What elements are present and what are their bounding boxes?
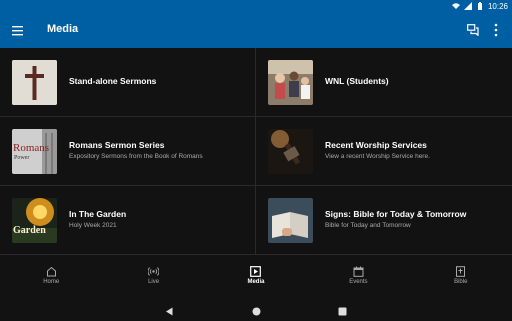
media-item-title: Signs: Bible for Today & Tomorrow — [325, 209, 467, 219]
media-item-subtitle: Holy Week 2021 — [69, 222, 117, 229]
cross-thumbnail — [12, 60, 57, 105]
signal-icon — [463, 2, 472, 10]
bible-thumbnail — [268, 198, 313, 243]
menu-icon[interactable] — [12, 24, 26, 36]
nav-item-events[interactable]: Events — [307, 255, 409, 295]
romans-thumbnail: Romans Power — [12, 129, 57, 174]
nav-label: Media — [247, 278, 265, 285]
media-item-subtitle: View a recent Worship Service here. — [325, 153, 430, 160]
home-icon — [46, 266, 57, 277]
status-time: 10:26 — [487, 1, 508, 11]
more-options-icon[interactable] — [494, 23, 498, 37]
nav-item-bible[interactable]: Bible — [410, 255, 512, 295]
media-item-title: WNL (Students) — [325, 76, 389, 86]
wifi-icon — [451, 2, 460, 10]
media-item-title: Romans Sermon Series — [69, 140, 165, 150]
status-bar: 10:26 — [0, 0, 512, 12]
app-bar: Media — [0, 12, 512, 48]
garden-thumbnail: Garden — [12, 198, 57, 243]
nav-item-media[interactable]: Media — [205, 255, 307, 295]
media-icon — [250, 265, 262, 277]
nav-label: Home — [43, 278, 60, 285]
media-item-title: Stand-alone Sermons — [69, 76, 157, 86]
romans-thumbnail-text: Romans — [13, 142, 50, 154]
media-item-title: Recent Worship Services — [325, 140, 427, 150]
media-item-subtitle: Expository Sermons from the Book of Roma… — [69, 153, 203, 160]
bottom-navigation: Home Live Media Events Bible — [0, 255, 512, 295]
nav-label: Events — [349, 278, 368, 285]
media-item-recent-worship-services[interactable]: Recent Worship Services View a recent Wo… — [256, 117, 512, 186]
romans-thumbnail-subtext: Power — [14, 155, 30, 161]
home-button-icon[interactable] — [252, 303, 261, 316]
nav-item-live[interactable]: Live — [102, 255, 204, 295]
live-icon — [147, 266, 160, 277]
system-navigation-bar — [0, 295, 512, 320]
media-item-signs-bible[interactable]: Signs: Bible for Today & Tomorrow Bible … — [256, 186, 512, 255]
nav-label: Live — [148, 278, 160, 285]
media-item-in-the-garden[interactable]: Garden In The Garden Holy Week 2021 — [0, 186, 256, 255]
nav-label: Bible — [454, 278, 468, 285]
garden-thumbnail-text: Garden — [13, 225, 46, 236]
students-thumbnail — [268, 60, 313, 105]
worship-thumbnail — [268, 129, 313, 174]
events-icon — [353, 266, 364, 277]
media-item-romans-sermon-series[interactable]: Romans Power Romans Sermon Series Exposi… — [0, 117, 256, 186]
recents-icon[interactable] — [338, 303, 347, 316]
nav-item-home[interactable]: Home — [0, 255, 102, 295]
chat-icon[interactable] — [467, 23, 479, 37]
battery-icon — [476, 2, 484, 10]
media-item-title: In The Garden — [69, 209, 127, 219]
media-item-subtitle: Bible for Today and Tomorrow — [325, 222, 411, 229]
bible-icon — [455, 265, 466, 277]
media-item-stand-alone-sermons[interactable]: Stand-alone Sermons — [0, 48, 256, 117]
media-grid: Stand-alone Sermons WNL (Students) Roman… — [0, 48, 512, 255]
page-title: Media — [47, 23, 79, 35]
media-item-wnl-students[interactable]: WNL (Students) — [256, 48, 512, 117]
back-icon[interactable] — [165, 303, 174, 316]
